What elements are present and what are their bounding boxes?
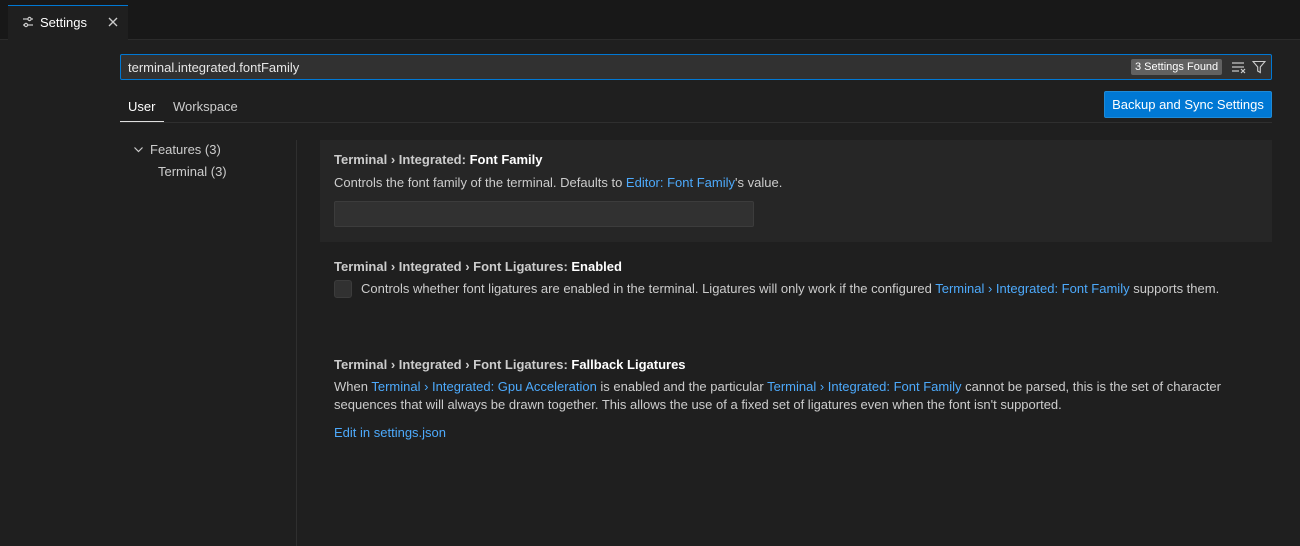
description-text: Controls whether font ligatures are enab… <box>361 281 936 296</box>
backup-and-sync-button[interactable]: Backup and Sync Settings <box>1104 91 1272 118</box>
toc-item-terminal[interactable]: Terminal (3) <box>158 164 227 179</box>
toc-sash[interactable] <box>296 140 297 546</box>
toc-item-features[interactable]: Features (3) <box>150 142 221 157</box>
font-ligatures-checkbox[interactable] <box>334 280 352 298</box>
edit-in-settings-json-link[interactable]: Edit in settings.json <box>334 424 446 442</box>
filter-icon[interactable] <box>1252 60 1266 74</box>
description-text: When <box>334 379 372 394</box>
setting-title: Terminal › Integrated › Font Ligatures: … <box>334 259 622 274</box>
description-text: 's value. <box>735 175 783 190</box>
font-family-input[interactable] <box>334 201 754 227</box>
setting-category: Terminal › Integrated › Font Ligatures: <box>334 357 572 372</box>
font-family-setting-link[interactable]: Terminal › Integrated: Font Family <box>767 379 961 394</box>
setting-name: Font Family <box>469 152 543 167</box>
description-text: supports them. <box>1129 281 1220 296</box>
setting-title: Terminal › Integrated: Font Family <box>334 152 543 167</box>
tab-settings[interactable]: Settings <box>8 5 128 40</box>
clear-filter-icon[interactable] <box>1231 60 1247 74</box>
editor-tab-bar: Settings <box>0 0 1300 40</box>
setting-category: Terminal › Integrated › Font Ligatures: <box>334 259 572 274</box>
setting-description: Controls whether font ligatures are enab… <box>361 280 1241 298</box>
settings-sliders-icon <box>23 16 33 28</box>
setting-description: When Terminal › Integrated: Gpu Accelera… <box>334 378 1234 414</box>
description-text: Controls the font family of the terminal… <box>334 175 626 190</box>
setting-name: Enabled <box>571 259 622 274</box>
scope-divider <box>120 122 1272 123</box>
chevron-down-icon[interactable] <box>133 144 144 155</box>
gpu-acceleration-link[interactable]: Terminal › Integrated: Gpu Acceleration <box>371 379 596 394</box>
tab-user[interactable]: User <box>128 99 155 114</box>
tab-label: Settings <box>40 15 87 30</box>
setting-description: Controls the font family of the terminal… <box>334 174 1254 192</box>
close-icon[interactable] <box>106 15 120 29</box>
results-count-badge: 3 Settings Found <box>1131 59 1223 75</box>
setting-font-family: Terminal › Integrated: Font Family Contr… <box>320 140 1272 242</box>
editor-font-family-link[interactable]: Editor: Font Family <box>626 175 735 190</box>
setting-category: Terminal › Integrated: <box>334 152 470 167</box>
tab-workspace[interactable]: Workspace <box>173 99 238 114</box>
setting-title: Terminal › Integrated › Font Ligatures: … <box>334 357 686 372</box>
description-text: is enabled and the particular <box>596 379 768 394</box>
setting-font-ligatures-enabled: Terminal › Integrated › Font Ligatures: … <box>320 250 1272 330</box>
settings-search-input[interactable]: terminal.integrated.fontFamily 3 Setting… <box>120 54 1272 80</box>
setting-name: Fallback Ligatures <box>571 357 686 372</box>
setting-fallback-ligatures: Terminal › Integrated › Font Ligatures: … <box>320 348 1272 458</box>
search-query[interactable]: terminal.integrated.fontFamily <box>128 60 299 75</box>
font-family-setting-link[interactable]: Terminal › Integrated: Font Family <box>935 281 1129 296</box>
